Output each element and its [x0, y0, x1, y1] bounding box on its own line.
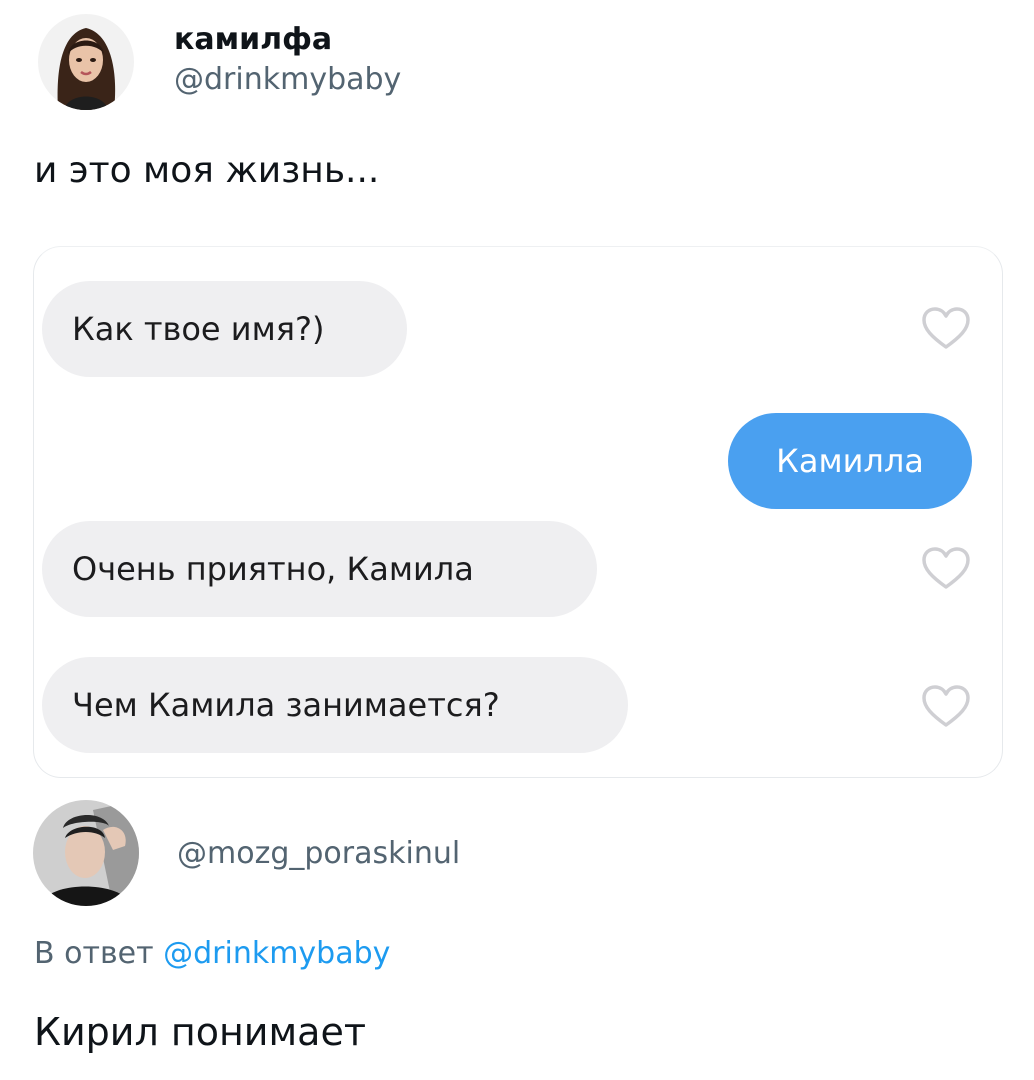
- reply-to-mention[interactable]: @drinkmybaby: [163, 936, 390, 971]
- chat-message: Как твое имя?): [42, 281, 407, 377]
- chat-message-text: Очень приятно, Камила: [72, 550, 474, 588]
- heart-icon: [920, 305, 972, 351]
- avatar[interactable]: [38, 14, 134, 110]
- reply-to-prefix: В ответ: [34, 936, 154, 971]
- reply-to-line: В ответ @drinkmybaby: [34, 936, 390, 971]
- reply-user-handle[interactable]: @mozg_poraskinul: [177, 836, 460, 871]
- heart-icon: [920, 683, 972, 729]
- tweet-header: камилфа @drinkmybaby: [38, 14, 401, 110]
- avatar[interactable]: [33, 800, 139, 906]
- chat-message: Очень приятно, Камила: [42, 521, 597, 617]
- heart-icon: [920, 545, 972, 591]
- chat-message-text: Как твое имя?): [72, 310, 325, 348]
- user-handle[interactable]: @drinkmybaby: [174, 60, 401, 100]
- display-name[interactable]: камилфа: [174, 20, 401, 60]
- chat-screenshot[interactable]: Как твое имя?) Камилла Очень приятно, Ка…: [33, 246, 1003, 778]
- chat-message: Камилла: [728, 413, 972, 509]
- tweet-text: и это моя жизнь...: [34, 150, 380, 191]
- reply-text: Кирил понимает: [34, 1010, 366, 1054]
- reply-header: @mozg_poraskinul: [33, 800, 460, 906]
- chat-message-text: Камилла: [776, 442, 924, 480]
- chat-message-text: Чем Камила занимается?: [72, 686, 500, 724]
- chat-message: Чем Камила занимается?: [42, 657, 628, 753]
